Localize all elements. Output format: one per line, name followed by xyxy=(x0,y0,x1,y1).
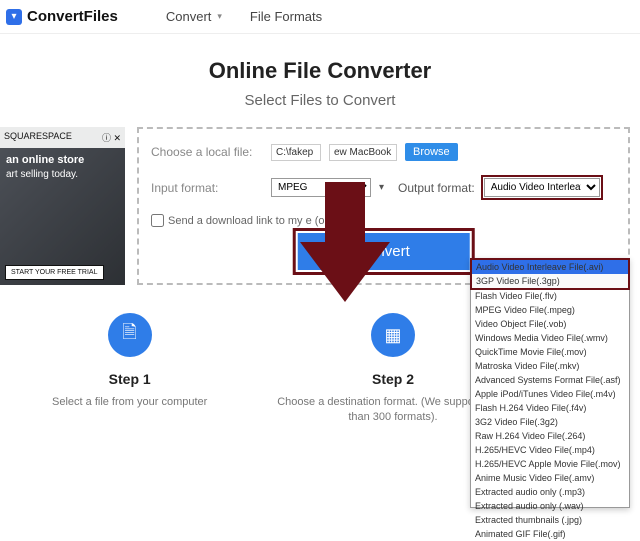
dropdown-item[interactable]: Windows Media Video File(.wmv) xyxy=(471,331,629,345)
output-select-highlight: Audio Video Interleave File( xyxy=(481,175,603,200)
dropdown-item[interactable]: Anime Music Video File(.amv) xyxy=(471,471,629,485)
dropdown-item[interactable]: Extracted audio only (.mp3) xyxy=(471,485,629,499)
document-icon: 🗎 xyxy=(108,313,152,357)
ad-line1: an online store xyxy=(6,154,119,167)
convert-button[interactable]: Convert xyxy=(297,233,470,270)
dropdown-item[interactable]: Extracted audio only (.wav) xyxy=(471,499,629,513)
email-link-checkbox[interactable] xyxy=(151,214,164,227)
nav-formats-label: File Formats xyxy=(250,9,322,24)
dropdown-item[interactable]: Advanced Systems Format File(.asf) xyxy=(471,373,629,387)
dropdown-item[interactable]: H.265/HEVC Apple Movie File(.mov) xyxy=(471,457,629,471)
output-wrap: Output format: Audio Video Interleave Fi… xyxy=(398,175,603,200)
dropdown-item[interactable]: QuickTime Movie File(.mov) xyxy=(471,345,629,359)
convert-highlight: Convert xyxy=(292,228,475,275)
ad-banner[interactable]: SQUARESPACE ⓘ ✕ an online store art sell… xyxy=(0,127,125,285)
dropdown-selected[interactable]: Audio Video Interleave File(.avi) xyxy=(472,260,628,274)
output-format-label: Output format: xyxy=(398,181,475,195)
output-format-select[interactable]: Audio Video Interleave File( xyxy=(484,178,600,197)
adchoices-icon[interactable]: ⓘ ✕ xyxy=(102,131,121,144)
file-path-input-right[interactable] xyxy=(329,144,397,161)
step1-title: Step 1 xyxy=(8,371,251,387)
header: ▾ ConvertFiles Convert ▾ File Formats xyxy=(0,0,640,34)
dropdown-item[interactable]: Extracted thumbnails (.jpg) xyxy=(471,513,629,527)
dropdown-highlight: Audio Video Interleave File(.avi) 3GP Vi… xyxy=(470,258,630,290)
dropdown-item[interactable]: 3G2 Video File(.3g2) xyxy=(471,415,629,429)
dropdown-item[interactable]: 3GP Video File(.3gp) xyxy=(472,274,628,288)
output-format-dropdown[interactable]: Audio Video Interleave File(.avi) 3GP Vi… xyxy=(470,258,630,508)
file-row: Choose a local file: Browse xyxy=(151,143,616,161)
ad-cta-button[interactable]: START YOUR FREE TRIAL xyxy=(5,265,104,280)
logo[interactable]: ▾ ConvertFiles xyxy=(6,8,118,25)
nav-convert[interactable]: Convert ▾ xyxy=(166,9,222,24)
dropdown-item[interactable]: Flash Video File(.flv) xyxy=(471,289,629,303)
local-file-label: Choose a local file: xyxy=(151,145,263,159)
brand-name: ConvertFiles xyxy=(27,8,118,25)
top-nav: Convert ▾ File Formats xyxy=(166,9,322,24)
format-row: Input format: MPEG ▾ Output format: Audi… xyxy=(151,175,616,200)
grid-icon: ▦ xyxy=(371,313,415,357)
dropdown-item[interactable]: Animated GIF File(.gif) xyxy=(471,527,629,541)
dropdown-item[interactable]: H.265/HEVC Video File(.mp4) xyxy=(471,443,629,457)
dropdown-item[interactable]: Apple iPod/iTunes Video File(.m4v) xyxy=(471,387,629,401)
file-path-input[interactable] xyxy=(271,144,321,161)
chevron-down-icon: ▾ xyxy=(217,11,222,22)
dropdown-item[interactable]: Flash H.264 Video File(.f4v) xyxy=(471,401,629,415)
input-format-label: Input format: xyxy=(151,181,263,195)
browse-button[interactable]: Browse xyxy=(405,143,458,161)
step-1: 🗎 Step 1 Select a file from your compute… xyxy=(8,313,251,426)
dropdown-item[interactable]: Video Object File(.vob) xyxy=(471,317,629,331)
file-icon: ▾ xyxy=(6,9,22,25)
ad-source: SQUARESPACE xyxy=(4,131,72,144)
dropdown-item[interactable]: MPEG Video File(.mpeg) xyxy=(471,303,629,317)
nav-file-formats[interactable]: File Formats xyxy=(250,9,322,24)
nav-convert-label: Convert xyxy=(166,9,212,24)
ad-header: SQUARESPACE ⓘ ✕ xyxy=(0,127,125,148)
page-title: Online File Converter xyxy=(0,58,640,84)
dropdown-item[interactable]: Matroska Video File(.mkv) xyxy=(471,359,629,373)
ad-line2: art selling today. xyxy=(6,169,119,180)
dropdown-item[interactable]: Raw H.264 Video File(.264) xyxy=(471,429,629,443)
email-link-checkbox-row[interactable]: Send a download link to my e (optional): xyxy=(151,214,616,227)
input-format-select[interactable]: MPEG xyxy=(271,178,371,197)
page-subtitle: Select Files to Convert xyxy=(0,92,640,109)
email-link-label: Send a download link to my e (optional): xyxy=(168,215,364,227)
hero: Online File Converter Select Files to Co… xyxy=(0,34,640,127)
step1-desc: Select a file from your computer xyxy=(8,395,251,410)
